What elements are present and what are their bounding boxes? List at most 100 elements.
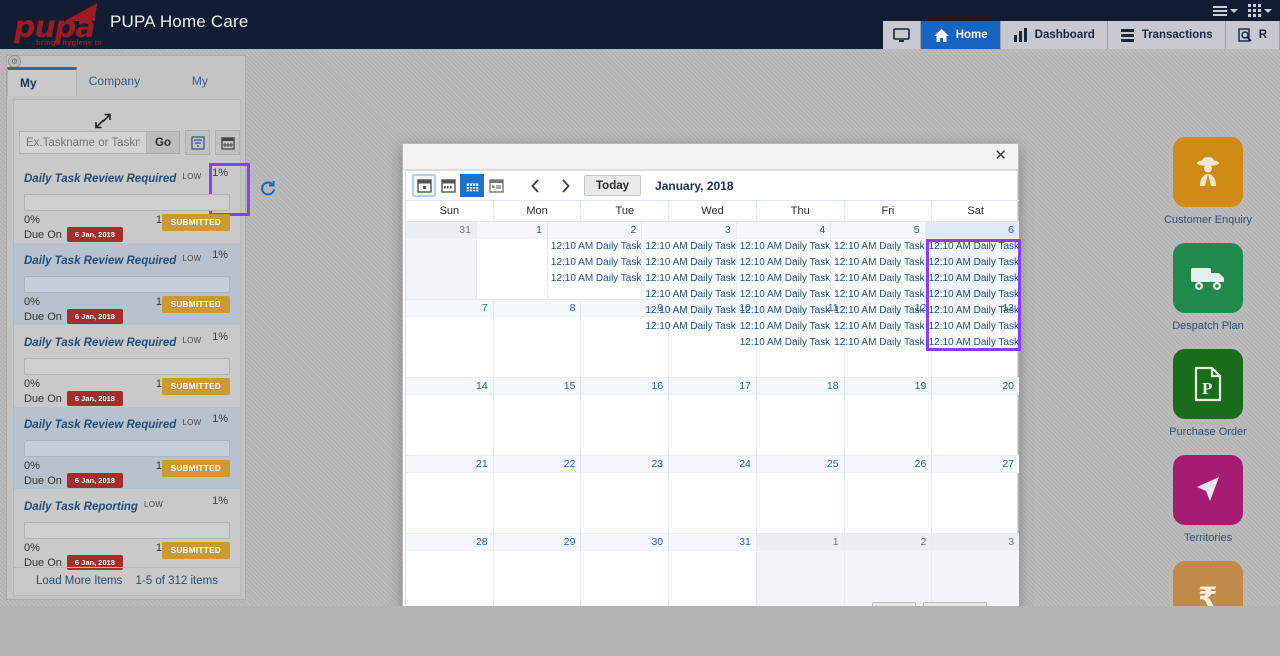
calendar-event[interactable]: 12:10 AM Daily Task (926, 239, 1019, 255)
calendar-event[interactable]: 12:10 AM Daily Task (737, 335, 830, 351)
calendar-day-cell[interactable]: 27 (932, 456, 1020, 534)
calendar-day-events (581, 395, 668, 455)
nav-item-dashboard[interactable]: Dashboard (1000, 21, 1108, 49)
calendar-event[interactable]: 12:10 AM Daily Task (548, 255, 641, 271)
calendar-event[interactable]: 12:10 AM Daily Task (642, 287, 735, 303)
nav-item-reports[interactable]: R (1225, 21, 1280, 49)
nav-item-home[interactable]: Home (920, 21, 1001, 49)
calendar-event[interactable]: 12:10 AM Daily Task (926, 335, 1019, 351)
calendar-day-cell[interactable]: 24 (669, 456, 757, 534)
calendar-event[interactable]: 12:10 AM Daily Task (737, 239, 830, 255)
calendar-day-cell[interactable]: 26 (844, 456, 933, 534)
calendar-event[interactable]: 12:10 AM Daily Task (831, 303, 924, 319)
task-card[interactable]: Daily Task ReportingLOW 1% 0%100% Due On… (14, 489, 240, 571)
calendar-day-cell[interactable]: 6 12:10 AM Daily Task 12:10 AM Daily Task 1… (925, 222, 1020, 348)
today-button[interactable]: Today (584, 175, 642, 196)
calendar-event[interactable]: 12:10 AM Daily Task (926, 319, 1019, 335)
task-card[interactable]: Daily Task Review RequiredLOW 1% 0%100% … (14, 161, 240, 243)
calendar-day-number: 22 (493, 456, 581, 473)
task-card[interactable]: Daily Task Review RequiredLOW 1% 0%100% … (14, 243, 240, 325)
calendar-day-cell[interactable]: 2 12:10 AM Daily Task 12:10 AM Daily Task 1… (547, 222, 643, 300)
tile-customer-enquiry[interactable]: Customer Enquiry (1154, 137, 1262, 226)
close-icon[interactable]: ✕ (991, 147, 1010, 165)
tab-company-policies[interactable]: Company Policies (77, 67, 180, 117)
calendar-event[interactable]: 12:10 AM Daily Task (737, 271, 830, 287)
calendar-day-cell[interactable]: 7 (406, 300, 494, 378)
calendar-event[interactable]: 12:10 AM Daily Task (642, 239, 735, 255)
calendar-day-cell[interactable]: 20 (932, 378, 1020, 456)
agenda-view-button[interactable] (484, 174, 508, 197)
status-badge[interactable]: SUBMITTED (161, 296, 230, 313)
calendar-day-cell[interactable]: 4 12:10 AM Daily Task 12:10 AM Daily Task 1… (736, 222, 832, 348)
calendar-day-cell[interactable]: 25 (756, 456, 845, 534)
app-grid-button[interactable] (1248, 4, 1272, 17)
nav-item-monitor[interactable] (882, 21, 921, 49)
search-input[interactable] (19, 131, 147, 154)
calendar-event[interactable]: 12:10 AM Daily Task (831, 319, 924, 335)
calendar-event[interactable]: 12:10 AM Daily Task (642, 303, 735, 319)
status-badge[interactable]: SUBMITTED (161, 378, 230, 395)
refresh-icon[interactable] (259, 180, 276, 197)
calendar-event[interactable]: 12:10 AM Daily Task (831, 255, 924, 271)
calendar-event[interactable]: 12:10 AM Daily Task (737, 255, 830, 271)
next-month-button[interactable] (550, 174, 580, 197)
calendar-day-cell[interactable]: 22 (493, 456, 582, 534)
calendar-day-cell[interactable]: 14 (406, 378, 494, 456)
calendar-event[interactable]: 12:10 AM Daily Task (926, 255, 1019, 271)
calendar-event[interactable]: 12:10 AM Daily Task (642, 271, 735, 287)
calendar-event[interactable]: 12:10 AM Daily Task (548, 239, 641, 255)
task-card[interactable]: Daily Task Review RequiredLOW 1% 0%100% … (14, 325, 240, 407)
tile-despatch-plan[interactable]: Despatch Plan (1154, 243, 1262, 332)
expand-arrows-icon[interactable] (95, 113, 111, 129)
calendar-event[interactable]: 12:10 AM Daily Task (926, 271, 1019, 287)
calendar-day-cell[interactable]: 8 (493, 300, 582, 378)
nav-item-transactions[interactable]: Transactions (1107, 21, 1226, 49)
calendar-day-cell[interactable]: 15 (493, 378, 582, 456)
tab-my-tasks[interactable]: My Tasks (7, 67, 77, 116)
calendar-event[interactable]: 12:10 AM Daily Task (737, 287, 830, 303)
load-more-link[interactable]: Load More Items (36, 575, 122, 587)
calendar-day-cell[interactable]: 23 (581, 456, 670, 534)
calendar-event[interactable]: 12:10 AM Daily Task (737, 303, 830, 319)
task-due-date: 6 Jan, 2018 (66, 227, 123, 242)
calendar-event[interactable]: 12:10 AM Daily Task (831, 287, 924, 303)
calendar-event[interactable]: 12:10 AM Daily Task (831, 335, 924, 351)
go-button[interactable]: Go (147, 131, 180, 154)
pupa-logo[interactable]: pupa brings hygiene to lives (14, 2, 114, 56)
calendar-day-cell[interactable]: 17 (669, 378, 757, 456)
week-view-button[interactable] (436, 174, 460, 197)
calendar-day-cell[interactable]: 19 (844, 378, 933, 456)
calendar-event[interactable]: 12:10 AM Daily Task (926, 287, 1019, 303)
calendar-day-cell[interactable]: 16 (581, 378, 670, 456)
month-view-button[interactable] (460, 174, 484, 197)
calendar-event[interactable]: 12:10 AM Daily Task (926, 303, 1019, 319)
tile-territories[interactable]: Territories (1154, 455, 1262, 544)
calendar-event[interactable]: 12:10 AM Daily Task (737, 319, 830, 335)
tile-label: Purchase Order (1169, 426, 1247, 438)
calendar-view-button[interactable] (215, 130, 240, 155)
calendar-icon (220, 136, 235, 150)
task-card[interactable]: Daily Task Review RequiredLOW 1% 0%100% … (14, 407, 240, 489)
app-title: PUPA Home Care (110, 12, 249, 31)
calendar-event[interactable]: 12:10 AM Daily Task (831, 271, 924, 287)
prev-month-button[interactable] (520, 174, 550, 197)
calendar-event[interactable]: 12:10 AM Daily Task (642, 255, 735, 271)
calendar-day-cell[interactable]: 18 (756, 378, 845, 456)
calendar-day-number: 24 (669, 456, 756, 473)
status-badge[interactable]: SUBMITTED (161, 460, 230, 477)
calendar-event[interactable]: 12:10 AM Daily Task (548, 271, 641, 287)
calendar-day-cell[interactable]: 31 (406, 222, 477, 300)
filter-button[interactable] (185, 130, 210, 155)
calendar-day-cell[interactable]: 3 12:10 AM Daily Task 12:10 AM Daily Task 1… (642, 222, 737, 332)
calendar-event[interactable]: 12:10 AM Daily Task (831, 239, 924, 255)
day-view-button[interactable] (412, 174, 436, 197)
status-badge[interactable]: SUBMITTED (161, 214, 230, 231)
calendar-event[interactable]: 12:10 AM Daily Task (642, 319, 735, 335)
tab-my-roles[interactable]: My Roles (180, 67, 245, 117)
calendar-day-cell[interactable]: 1 (476, 222, 548, 300)
calendar-day-cell[interactable]: 5 12:10 AM Daily Task 12:10 AM Daily Task 1… (831, 222, 926, 348)
hamburger-menu-button[interactable] (1213, 5, 1238, 16)
calendar-day-cell[interactable]: 21 (406, 456, 494, 534)
status-badge[interactable]: SUBMITTED (161, 542, 230, 559)
tile-purchase-order[interactable]: P Purchase Order (1154, 349, 1262, 438)
